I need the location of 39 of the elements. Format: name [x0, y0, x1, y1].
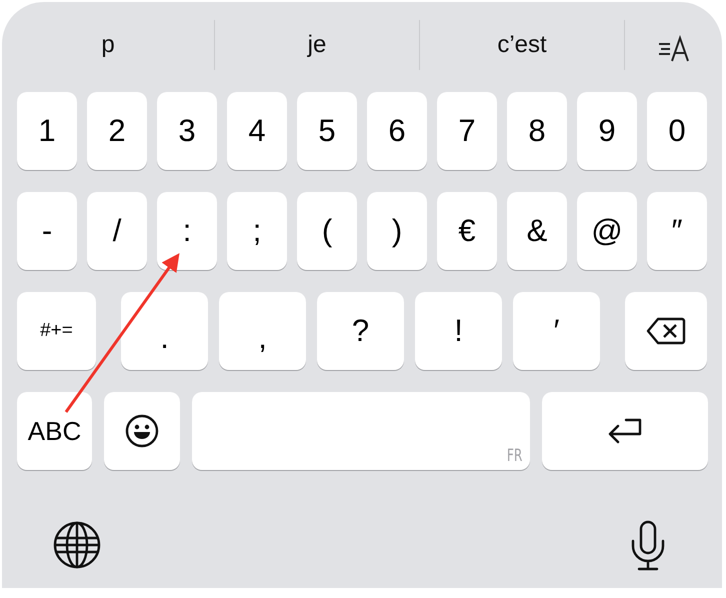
suggestion[interactable]: c’est: [497, 31, 547, 59]
return-icon: [606, 416, 644, 446]
suggestion[interactable]: p: [101, 31, 115, 59]
key[interactable]: ,: [219, 292, 306, 370]
key[interactable]: €: [437, 192, 497, 270]
key[interactable]: ;: [227, 192, 287, 270]
key[interactable]: .: [121, 292, 208, 370]
text-format-icon[interactable]: [656, 35, 690, 63]
key[interactable]: ′: [513, 292, 600, 370]
key[interactable]: 6: [367, 92, 427, 170]
key[interactable]: 5: [297, 92, 357, 170]
key[interactable]: 4: [227, 92, 287, 170]
key[interactable]: !: [415, 292, 502, 370]
key[interactable]: :: [157, 192, 217, 270]
key[interactable]: ): [367, 192, 427, 270]
key[interactable]: 8: [507, 92, 567, 170]
key[interactable]: ″: [647, 192, 707, 270]
key[interactable]: /: [87, 192, 147, 270]
suggestion[interactable]: je: [308, 31, 326, 59]
key[interactable]: 2: [87, 92, 147, 170]
key[interactable]: @: [577, 192, 637, 270]
key[interactable]: ?: [317, 292, 404, 370]
key[interactable]: 0: [647, 92, 707, 170]
microphone-icon[interactable]: [630, 520, 666, 572]
abc-key[interactable]: ABC: [17, 392, 92, 470]
globe-icon[interactable]: [52, 520, 102, 570]
key[interactable]: 1: [17, 92, 77, 170]
key[interactable]: 3: [157, 92, 217, 170]
smiley-icon: [125, 414, 159, 448]
key[interactable]: (: [297, 192, 357, 270]
key[interactable]: 7: [437, 92, 497, 170]
symbols-key[interactable]: #+=: [17, 292, 96, 370]
key[interactable]: &: [507, 192, 567, 270]
emoji-key[interactable]: [104, 392, 180, 470]
backspace-icon: [646, 317, 686, 345]
key[interactable]: -: [17, 192, 77, 270]
delete-key[interactable]: [625, 292, 707, 370]
language-label: FR: [506, 446, 522, 466]
key[interactable]: 9: [577, 92, 637, 170]
